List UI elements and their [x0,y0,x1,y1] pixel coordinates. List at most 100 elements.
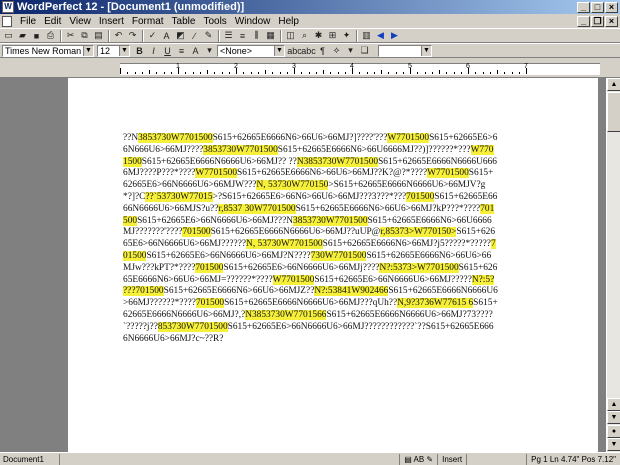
text-run: ??N [123,133,139,143]
wordperfect-app-icon[interactable]: W [2,1,14,13]
open-folder-icon[interactable]: ▰ [16,29,29,42]
ruler-tick [511,72,513,74]
prev-page-button[interactable]: ▲ [607,398,620,411]
highlight-icon[interactable]: ✎ [202,29,215,42]
ruler-strip[interactable]: 1 2 3 4 5 6 7 [120,63,600,75]
copy-icon[interactable]: ⧉ [78,29,91,42]
status-position[interactable]: Pg 1 Ln 4.74" Pos 7.12" [526,453,620,465]
menu-tools[interactable]: Tools [199,16,230,27]
menu-window[interactable]: Window [231,16,275,27]
scroll-thumb[interactable] [607,92,620,132]
back-arrow-icon[interactable]: ◀ [374,29,387,42]
spellcheck-icon[interactable]: ✓ [146,29,159,42]
text-color-icon[interactable]: A [189,44,202,57]
undo-icon[interactable]: ↶ [112,29,125,42]
property-bar: Times New Roman ▼ 12 ▼ B I U ≡ A ▾ <None… [0,43,620,58]
columns-icon[interactable]: ⫼ [250,29,263,42]
ruler[interactable]: 1 2 3 4 5 6 7 [0,58,620,78]
maximize-button[interactable]: □ [591,1,604,13]
ruler-tick [402,72,404,74]
paste-icon[interactable]: ▤ [92,29,105,42]
document-workspace[interactable]: ??N3853730W7701500S615+62665E6666N6>66U6… [0,78,606,452]
status-insert-mode[interactable]: Insert [437,453,466,465]
highlighted-text-run: W7701500 [195,168,238,179]
gear-icon[interactable]: ✦ [340,29,353,42]
shadow-icon[interactable]: ❏ [358,44,371,57]
text-run: S615+62665E6666N6>66U6666MJ??)]??????*??… [277,144,471,155]
align-icon[interactable]: ≡ [175,44,188,57]
menu-format[interactable]: Format [128,16,168,27]
ruler-tick [141,72,143,74]
bullets-icon[interactable]: ☰ [222,29,235,42]
title-bar[interactable]: W WordPerfect 12 - [Document1 (unmodifie… [0,0,620,14]
scroll-down-button[interactable]: ▼ [607,438,620,451]
scroll-up-button[interactable]: ▲ [607,78,620,91]
prompt-icon[interactable]: abc [287,44,302,57]
save-icon[interactable]: ■ [30,29,43,42]
quickwords-icon[interactable]: abc [301,44,316,57]
doc-minimize-button[interactable]: _ [577,15,590,27]
ruler-tick [373,72,375,74]
font-a-icon[interactable]: A [160,29,173,42]
forward-arrow-icon[interactable]: ▶ [388,29,401,42]
symbol-icon[interactable]: ⟡ [330,44,343,57]
menu-table[interactable]: Table [168,16,200,27]
close-button[interactable]: × [605,1,618,13]
doc-close-button[interactable]: × [605,15,618,27]
format-icon[interactable]: ¶ [316,44,329,57]
line-draw-icon[interactable]: ∕ [188,29,201,42]
font-name-dropdown[interactable]: Times New Roman ▼ [2,44,94,57]
ruler-tick [497,70,498,74]
text-run: S615+62665E6666N6>66U6>66MJ?kP???*???? [295,203,481,214]
highlighted-text-run: r,85373>W770150> [380,227,457,238]
menu-help[interactable]: Help [274,16,303,27]
underline-button[interactable]: U [161,44,174,57]
document-icon[interactable] [2,15,12,27]
ruler-tick [221,72,223,74]
symbols-icon[interactable]: ✱ [312,29,325,42]
bold-button[interactable]: B [133,44,146,57]
redo-icon[interactable]: ↷ [126,29,139,42]
zoom-icon[interactable]: ⌕ [298,29,311,42]
highlighted-text-run: 701500 [195,262,224,273]
minimize-button[interactable]: _ [577,1,590,13]
drop-icon[interactable]: ▾ [344,44,357,57]
ruler-tick [279,72,281,74]
font-size-dropdown[interactable]: 12 ▼ [97,44,130,57]
numbering-icon[interactable]: ≡ [236,29,249,42]
status-document-name[interactable]: Document1 [0,453,60,465]
menu-edit[interactable]: Edit [40,16,65,27]
chart-icon[interactable]: ▥ [360,29,373,42]
highlighted-text-run: 853730W7701500 [157,321,228,332]
document-page[interactable]: ??N3853730W7701500S615+62665E6666N6>66U6… [68,78,598,452]
status-language-icon[interactable]: ▤ AB ✎ [399,453,437,465]
menu-view[interactable]: View [65,16,95,27]
text-run: S615+62665E6666N6>66U6>66MJ?]????'??? [212,133,388,143]
chevron-down-icon[interactable]: ▼ [119,45,129,56]
chevron-down-icon[interactable]: ▼ [83,45,93,56]
chevron-down-icon[interactable]: ▼ [421,45,431,56]
vertical-scrollbar[interactable]: ▲ ▲ ▼ ● ▼ [606,78,620,452]
document-body-text[interactable]: ??N3853730W7701500S615+62665E6666N6>66U6… [123,133,498,345]
table-icon[interactable]: ▦ [264,29,277,42]
ruler-tick [337,72,339,74]
grid-icon[interactable]: ⊞ [326,29,339,42]
property-dropdown[interactable]: ▼ [378,44,432,57]
next-page-button[interactable]: ▼ [607,411,620,424]
text-style-icon[interactable]: ▾ [203,44,216,57]
shapes-icon[interactable]: ◩ [174,29,187,42]
cut-icon[interactable]: ✂ [64,29,77,42]
text-run: S615+62665E6>66N6666U6>66MJ????? [314,274,472,285]
print-icon[interactable]: ⎙ [44,29,57,42]
highlighted-text-run: 701500 [195,298,225,309]
menu-insert[interactable]: Insert [95,16,128,27]
chevron-down-icon[interactable]: ▼ [274,45,284,56]
doc-restore-button[interactable]: ❐ [591,15,604,27]
menu-file[interactable]: File [16,16,40,27]
browse-button[interactable]: ● [607,425,620,438]
highlighted-text-run: 730W7701500 [310,250,367,261]
italic-button[interactable]: I [147,44,160,57]
style-dropdown[interactable]: <None> ▼ [217,44,285,57]
new-document-icon[interactable]: ▭ [2,29,15,42]
preview-icon[interactable]: ◫ [284,29,297,42]
